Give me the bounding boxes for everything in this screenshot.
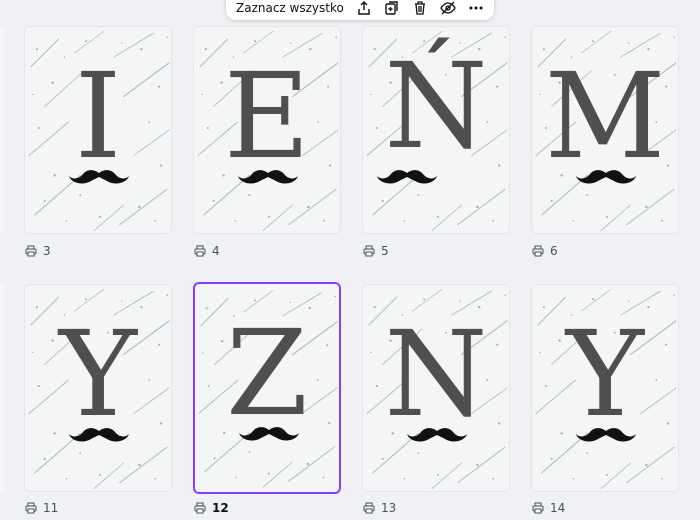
mustache-icon (377, 170, 437, 184)
page-letter: N (384, 305, 488, 443)
page-number-label: 14 (532, 501, 565, 515)
printer-icon (363, 502, 375, 514)
page-number: 12 (212, 501, 229, 515)
mustache-icon (407, 428, 467, 442)
page-letter: M (544, 47, 666, 185)
page-letter: I (74, 47, 122, 185)
printer-icon (25, 502, 37, 514)
page-number: 11 (43, 501, 59, 515)
page-thumbnail-edge (0, 284, 4, 492)
mustache-icon (576, 428, 636, 442)
mustache-icon (576, 170, 636, 184)
mustache-icon (69, 170, 129, 184)
page-letter: Y (59, 305, 137, 443)
page-thumbnail[interactable]: Y (24, 284, 172, 492)
printer-icon (25, 245, 37, 257)
printer-icon (532, 245, 544, 257)
page-thumbnail[interactable]: E (193, 26, 341, 234)
trash-icon[interactable] (412, 0, 428, 17)
page-letter: Ń (384, 37, 488, 175)
page-number: 14 (550, 501, 566, 515)
page-number-label: 13 (363, 501, 396, 515)
page-thumbnail[interactable]: Ń (362, 26, 510, 234)
page-thumbnail-selected[interactable]: Z (193, 282, 341, 494)
mustache-icon (239, 427, 299, 441)
more-icon[interactable] (468, 0, 484, 17)
page-thumbnail[interactable]: I (24, 26, 172, 234)
page-letter: Z (226, 304, 308, 442)
page-thumbnail[interactable]: M (531, 26, 679, 234)
share-icon[interactable] (356, 0, 372, 17)
duplicate-add-icon[interactable] (384, 0, 400, 17)
page-number: 5 (381, 244, 389, 258)
page-number: 6 (550, 244, 558, 258)
page-letter: E (223, 47, 311, 185)
select-all-button[interactable]: Zaznacz wszystko (236, 0, 344, 15)
page-number: 13 (381, 501, 397, 515)
printer-icon (532, 502, 544, 514)
page-number-label: 3 (25, 244, 51, 258)
page-number-label-selected: 12 (194, 501, 229, 515)
hide-eye-icon[interactable] (440, 0, 456, 17)
printer-icon (363, 245, 375, 257)
mustache-icon (69, 428, 129, 442)
page-thumbnail[interactable]: Y (531, 284, 679, 492)
printer-icon (194, 245, 206, 257)
page-number-label: 5 (363, 244, 389, 258)
page-number-label: 4 (194, 244, 220, 258)
printer-icon (194, 502, 206, 514)
page-number: 3 (43, 244, 51, 258)
page-letter: Y (566, 305, 644, 443)
selection-toolbar: Zaznacz wszystko (226, 0, 494, 20)
page-thumbnail-edge (0, 26, 4, 234)
page-number-label: 6 (532, 244, 558, 258)
page-thumbnail[interactable]: N (362, 284, 510, 492)
mustache-icon (238, 170, 298, 184)
page-number-label: 11 (25, 501, 58, 515)
page-number: 4 (212, 244, 220, 258)
